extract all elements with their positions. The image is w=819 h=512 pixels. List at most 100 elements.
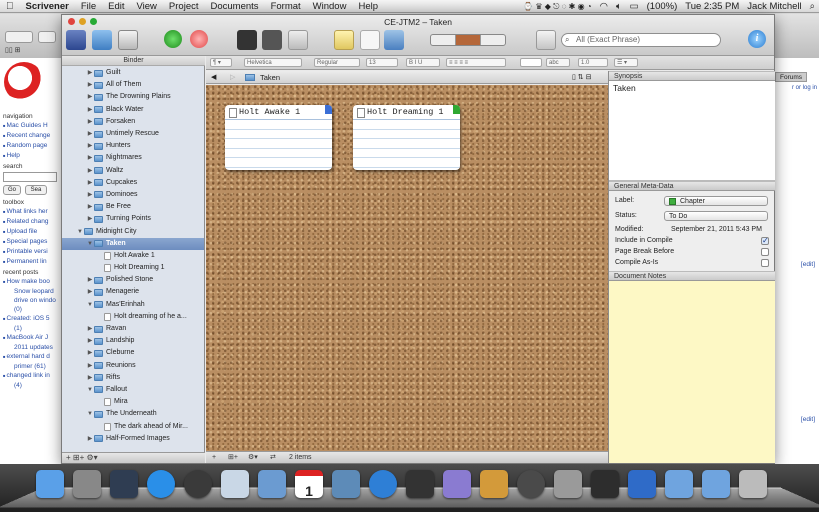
disclosure-closed-icon[interactable]: ▶ bbox=[86, 274, 94, 286]
menu-project[interactable]: Project bbox=[163, 1, 205, 12]
disclosure-closed-icon[interactable]: ▶ bbox=[86, 286, 94, 298]
synopsis-field[interactable]: Taken bbox=[609, 81, 775, 181]
binder-item[interactable]: ▶ Dominoes bbox=[62, 189, 204, 201]
snapshot-icon[interactable] bbox=[334, 30, 354, 50]
font-select[interactable]: Helvetica bbox=[244, 58, 302, 67]
disclosure-closed-icon[interactable]: ▶ bbox=[86, 201, 94, 213]
binder-item[interactable]: ▶ The Drowning Plains bbox=[62, 91, 204, 103]
binder-item[interactable]: ▶ Reunions bbox=[62, 360, 204, 372]
disclosure-open-icon[interactable]: ▼ bbox=[86, 299, 94, 311]
disclosure-closed-icon[interactable]: ▶ bbox=[86, 372, 94, 384]
disclosure-closed-icon[interactable]: ▶ bbox=[86, 347, 94, 359]
history-back-icon[interactable]: ◀ bbox=[211, 73, 216, 81]
clock[interactable]: Tue 2:35 PM bbox=[681, 1, 743, 12]
meta-data-header[interactable]: General Meta-Data bbox=[609, 181, 775, 191]
post-link[interactable]: changed link in bbox=[3, 372, 60, 379]
header-doc-icons[interactable]: ▯ ⇅ ⊟ bbox=[572, 73, 591, 81]
font-style-select[interactable]: Regular bbox=[314, 58, 360, 67]
disclosure-closed-icon[interactable]: ▶ bbox=[86, 128, 94, 140]
post-link[interactable]: primer (61) bbox=[14, 363, 60, 370]
launchpad-icon[interactable] bbox=[73, 470, 101, 498]
toolbox-link[interactable]: What links her bbox=[3, 208, 60, 215]
back-forward-button[interactable] bbox=[5, 31, 33, 43]
synopsis-header[interactable]: Synopsis bbox=[609, 71, 775, 81]
menu-view[interactable]: View bbox=[131, 1, 163, 12]
disclosure-closed-icon[interactable]: ▶ bbox=[86, 79, 94, 91]
binder-item[interactable]: ▶ Untimely Rescue bbox=[62, 128, 204, 140]
disclosure-closed-icon[interactable]: ▶ bbox=[86, 335, 94, 347]
editor-title[interactable]: Taken bbox=[260, 73, 280, 82]
annotation-icon[interactable] bbox=[384, 30, 404, 50]
split-icon[interactable] bbox=[288, 30, 308, 50]
mail-icon[interactable] bbox=[258, 470, 286, 498]
garageband-icon[interactable] bbox=[480, 470, 508, 498]
binder-item[interactable]: Holt Dreaming 1 bbox=[62, 262, 204, 274]
nav-link[interactable]: Random page bbox=[3, 142, 60, 149]
post-link[interactable]: 2011 updates bbox=[14, 344, 60, 351]
synopsis-text[interactable]: Taken bbox=[609, 81, 775, 95]
toolbox-link[interactable]: Related chang bbox=[3, 218, 60, 225]
disclosure-closed-icon[interactable]: ▶ bbox=[86, 67, 94, 79]
downloads-icon[interactable] bbox=[702, 470, 730, 498]
wiki-search-input[interactable] bbox=[3, 172, 57, 182]
format-search-icon[interactable] bbox=[536, 30, 556, 50]
toolbox-link[interactable]: Upload file bbox=[3, 228, 60, 235]
binder-item[interactable]: ▶ Forsaken bbox=[62, 116, 204, 128]
binder-item[interactable]: ▶ Be Free bbox=[62, 201, 204, 213]
binder-item[interactable]: ▶ Black Water bbox=[62, 104, 204, 116]
paragraph-style-select[interactable]: ¶ ▾ bbox=[210, 58, 232, 67]
safari-icon[interactable] bbox=[184, 470, 212, 498]
search-button[interactable]: Sea bbox=[25, 185, 47, 195]
iphoto-icon[interactable] bbox=[332, 470, 360, 498]
index-card[interactable]: Holt Dreaming 1 bbox=[353, 105, 460, 170]
post-link[interactable]: external hard d bbox=[3, 353, 60, 360]
bold-italic-underline-buttons[interactable]: B I U bbox=[406, 58, 440, 67]
binder-item[interactable]: ▶ Menagerie bbox=[62, 286, 204, 298]
volume-icon[interactable]: 🔈︎ bbox=[612, 1, 626, 12]
disclosure-open-icon[interactable]: ▼ bbox=[86, 238, 94, 250]
disclosure-closed-icon[interactable]: ▶ bbox=[86, 116, 94, 128]
binder-item[interactable]: ▼ Midnight City bbox=[62, 225, 204, 237]
include-in-compile-checkbox[interactable]: ✓ bbox=[761, 237, 769, 245]
login-link[interactable]: r or log in bbox=[775, 85, 819, 91]
font-size-select[interactable]: 13 bbox=[366, 58, 398, 67]
toolbox-link[interactable]: Permanent lin bbox=[3, 258, 60, 265]
binder-item[interactable]: ▼ The Underneath bbox=[62, 408, 204, 420]
menu-help[interactable]: Help bbox=[352, 1, 384, 12]
binder-item[interactable]: ▼ Mas'Erinhah bbox=[62, 299, 204, 311]
binder-item[interactable]: ▶ Polished Stone bbox=[62, 274, 204, 286]
finder-icon[interactable] bbox=[36, 470, 64, 498]
scrivener-icon[interactable] bbox=[591, 470, 619, 498]
card-title[interactable]: Holt Dreaming 1 bbox=[353, 105, 460, 120]
alignment-buttons[interactable]: ≡ ≡ ≡ ≡ bbox=[446, 58, 506, 67]
battery-icon[interactable]: ▭ bbox=[626, 1, 643, 12]
binder-item[interactable]: ▶ Nightmares bbox=[62, 152, 204, 164]
menu-format[interactable]: Format bbox=[265, 1, 307, 12]
nav-link[interactable]: Help bbox=[3, 152, 60, 159]
corkboard[interactable]: Holt Awake 1 Holt Dreaming 1 bbox=[206, 85, 608, 451]
post-link[interactable]: How make boo bbox=[3, 278, 60, 285]
index-card[interactable]: Holt Awake 1 bbox=[225, 105, 332, 170]
menu-edit[interactable]: Edit bbox=[102, 1, 130, 12]
binder-item[interactable]: ▶ Cleburne bbox=[62, 347, 204, 359]
disclosure-closed-icon[interactable]: ▶ bbox=[86, 189, 94, 201]
nav-link[interactable]: Mac Guides H bbox=[3, 122, 60, 129]
disclosure-open-icon[interactable]: ▼ bbox=[76, 226, 84, 238]
imovie-icon[interactable] bbox=[443, 470, 471, 498]
outliner-mode-icon[interactable] bbox=[481, 35, 505, 45]
binder-item[interactable]: ▶ Landship bbox=[62, 335, 204, 347]
go-button[interactable]: Go bbox=[3, 185, 21, 195]
photo-booth-icon[interactable] bbox=[406, 470, 434, 498]
preview-icon[interactable] bbox=[221, 470, 249, 498]
comment-icon[interactable] bbox=[360, 30, 380, 50]
menu-window[interactable]: Window bbox=[307, 1, 353, 12]
itunes-icon[interactable] bbox=[369, 470, 397, 498]
corkboard-mode-icon[interactable] bbox=[456, 35, 481, 45]
dashboard-icon[interactable] bbox=[110, 470, 138, 498]
page-break-before-checkbox[interactable] bbox=[761, 248, 769, 256]
binder-item[interactable]: Mira bbox=[62, 396, 204, 408]
disclosure-closed-icon[interactable]: ▶ bbox=[86, 140, 94, 152]
inspector-toggle-icon[interactable]: i bbox=[748, 30, 766, 48]
browser-add-button[interactable] bbox=[38, 31, 56, 43]
binder-item[interactable]: Holt Awake 1 bbox=[62, 250, 204, 262]
